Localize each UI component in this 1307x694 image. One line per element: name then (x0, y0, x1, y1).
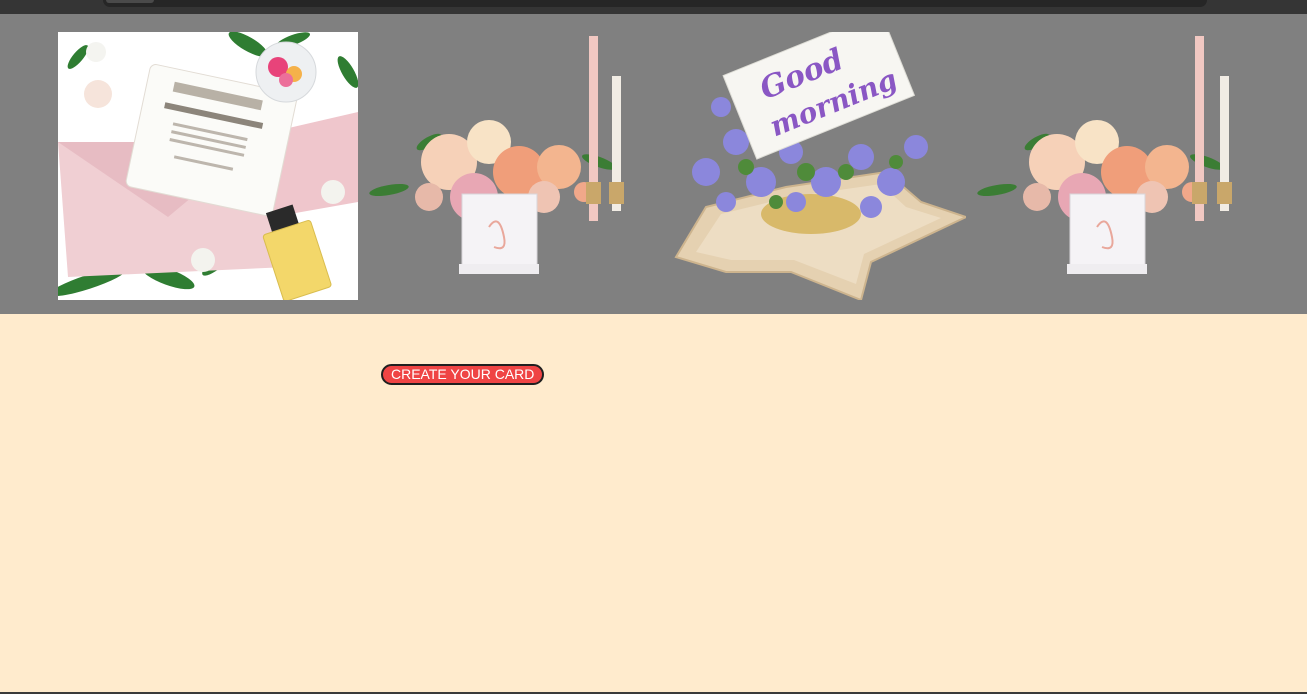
image-gallery: Good morning (0, 14, 1307, 314)
top-scroll-track[interactable] (103, 0, 1207, 7)
gallery-image-bouquet[interactable] (369, 32, 669, 300)
gallery-image-bouquet-2[interactable] (977, 32, 1277, 300)
gallery-image-good-morning[interactable]: Good morning (666, 32, 966, 300)
browser-top-bar (0, 0, 1307, 14)
top-scroll-thumb[interactable] (106, 0, 154, 3)
main-content: CREATE YOUR CARD (0, 314, 1307, 693)
gallery-image-invitation[interactable] (58, 32, 358, 300)
create-your-card-button[interactable]: CREATE YOUR CARD (381, 364, 545, 385)
